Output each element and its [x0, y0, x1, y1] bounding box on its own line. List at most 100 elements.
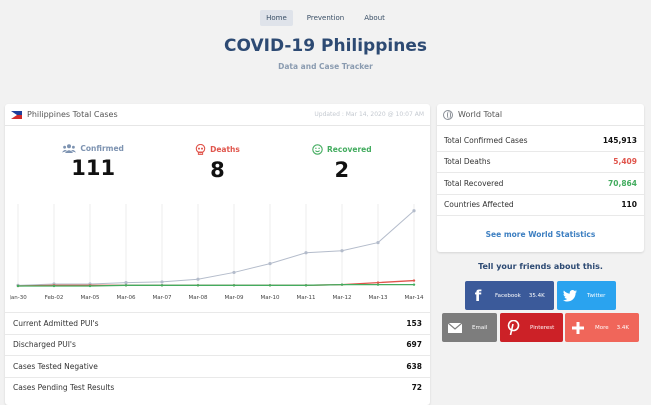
- row-label: Current Admitted PUI's: [13, 318, 99, 328]
- data-point: [160, 280, 164, 284]
- row-label: Cases Tested Negative: [13, 361, 98, 371]
- data-point: [232, 284, 236, 287]
- globe-icon: [443, 109, 453, 120]
- facebook-label: Facebook: [495, 292, 521, 299]
- deaths-label: Deaths: [210, 145, 240, 154]
- table-row: Countries Affected 110: [437, 195, 644, 216]
- email-label: Email: [472, 324, 488, 331]
- twitter-icon: [557, 281, 583, 310]
- row-value: 72: [411, 383, 422, 393]
- pinterest-label: Pinterest: [530, 324, 555, 331]
- nav-home[interactable]: Home: [260, 10, 293, 26]
- world-total-card: World Total Total Confirmed Cases 145,91…: [437, 104, 644, 252]
- facebook-share-button[interactable]: f Facebook 35.4K: [465, 281, 554, 310]
- x-tick-label: Mar-05: [80, 295, 100, 301]
- row-value: 697: [406, 340, 422, 350]
- data-point: [376, 283, 380, 286]
- deaths-count: 8: [210, 158, 225, 182]
- x-tick-label: Mar-14: [404, 295, 424, 301]
- data-point: [412, 209, 416, 213]
- x-tick-label: Mar-13: [368, 295, 388, 301]
- row-value: 70,864: [608, 178, 637, 188]
- data-point: [88, 284, 92, 288]
- stat-recovered: Recovered 2: [292, 144, 392, 182]
- nav-prevention[interactable]: Prevention: [301, 10, 350, 26]
- email-share-button[interactable]: Email: [442, 313, 497, 342]
- x-tick-label: Mar-12: [332, 295, 351, 301]
- row-value: 153: [406, 318, 422, 328]
- world-stats-table: Total Confirmed Cases 145,913 Total Deat…: [437, 130, 644, 216]
- data-point: [304, 284, 308, 287]
- pinterest-icon: [500, 313, 526, 342]
- more-share-button[interactable]: More 3.4K: [565, 313, 639, 342]
- row-label: Total Deaths: [444, 157, 491, 167]
- x-tick-label: Mar-10: [260, 295, 280, 301]
- x-tick-label: Mar-07: [152, 295, 172, 301]
- row-label: Countries Affected: [444, 200, 514, 210]
- table-row: Discharged PUI's 697: [5, 333, 430, 356]
- row-label: Total Recovered: [444, 178, 504, 188]
- x-tick-label: Mar-09: [224, 295, 244, 301]
- nav-about[interactable]: About: [358, 10, 391, 26]
- world-card-header: World Total: [437, 104, 644, 126]
- stat-deaths: Deaths 8: [167, 144, 267, 182]
- page-subtitle: Data and Case Tracker: [278, 62, 373, 71]
- share-title: Tell your friends about this.: [478, 262, 603, 271]
- data-point: [52, 284, 56, 288]
- table-row: Total Deaths 5,409: [437, 152, 644, 173]
- world-card-title: World Total: [458, 110, 503, 119]
- confirmed-label: Confirmed: [80, 144, 124, 153]
- data-point: [196, 284, 200, 287]
- skull-icon: [195, 144, 206, 155]
- series-line: [17, 210, 415, 286]
- philippines-cases-card: Philippines Total Cases Updated : Mar 14…: [5, 104, 430, 405]
- recovered-label: Recovered: [327, 145, 372, 154]
- data-point: [412, 283, 416, 286]
- summary-stats: Confirmed 111 Deaths 8 Recovered 2: [5, 144, 430, 182]
- twitter-share-button[interactable]: Twitter: [557, 281, 616, 310]
- table-row: Total Recovered 70,864: [437, 173, 644, 195]
- stat-confirmed: Confirmed 111: [43, 144, 143, 182]
- table-row: Total Confirmed Cases 145,913: [437, 130, 644, 152]
- plus-icon: [565, 313, 591, 342]
- page-title: COVID-19 Philippines: [224, 36, 427, 56]
- data-point: [268, 262, 272, 266]
- data-point: [376, 240, 380, 245]
- data-point: [304, 251, 308, 255]
- x-tick-label: Mar-11: [296, 295, 315, 301]
- ph-card-header: Philippines Total Cases Updated : Mar 14…: [5, 104, 430, 126]
- row-value: 110: [621, 200, 637, 210]
- philippines-flag-icon: [11, 110, 22, 119]
- ph-card-title: Philippines Total Cases: [27, 110, 118, 119]
- data-point: [268, 284, 272, 287]
- facebook-count: 35.4K: [528, 292, 545, 299]
- row-label: Discharged PUI's: [13, 340, 76, 350]
- x-tick-label: Jan-30: [10, 295, 27, 301]
- confirmed-count: 111: [71, 156, 116, 180]
- top-nav: Home Prevention About: [0, 10, 651, 26]
- row-value: 5,409: [613, 157, 637, 167]
- row-value: 145,913: [602, 135, 637, 145]
- smiley-icon: [312, 144, 323, 155]
- data-point: [16, 284, 20, 288]
- facebook-icon: f: [474, 286, 482, 305]
- pinterest-share-button[interactable]: Pinterest: [500, 313, 563, 342]
- data-point: [232, 270, 236, 275]
- recovered-count: 2: [334, 158, 350, 182]
- see-more-world-link[interactable]: See more World Statistics: [437, 230, 644, 239]
- twitter-label: Twitter: [587, 292, 606, 299]
- updated-timestamp: Updated : Mar 14, 2020 @ 10:07 AM: [314, 111, 424, 118]
- x-tick-label: Mar-06: [116, 295, 136, 301]
- row-label: Total Confirmed Cases: [444, 135, 528, 145]
- more-count: 3.4K: [616, 324, 629, 331]
- data-point: [124, 284, 128, 287]
- ph-detail-table: Current Admitted PUI's 153 Discharged PU…: [5, 312, 430, 398]
- people-icon: [62, 144, 77, 153]
- envelope-icon: [442, 313, 468, 342]
- data-point: [340, 283, 344, 286]
- row-label: Cases Pending Test Results: [13, 383, 115, 393]
- cases-line-chart: Jan-30 Feb-02 Mar-05 Mar-06 Mar-07 Mar-08 Mar-…: [10, 204, 424, 301]
- table-row: Cases Pending Test Results 72: [5, 376, 430, 399]
- x-tick-label: Mar-08: [188, 295, 208, 301]
- data-point: [340, 249, 344, 253]
